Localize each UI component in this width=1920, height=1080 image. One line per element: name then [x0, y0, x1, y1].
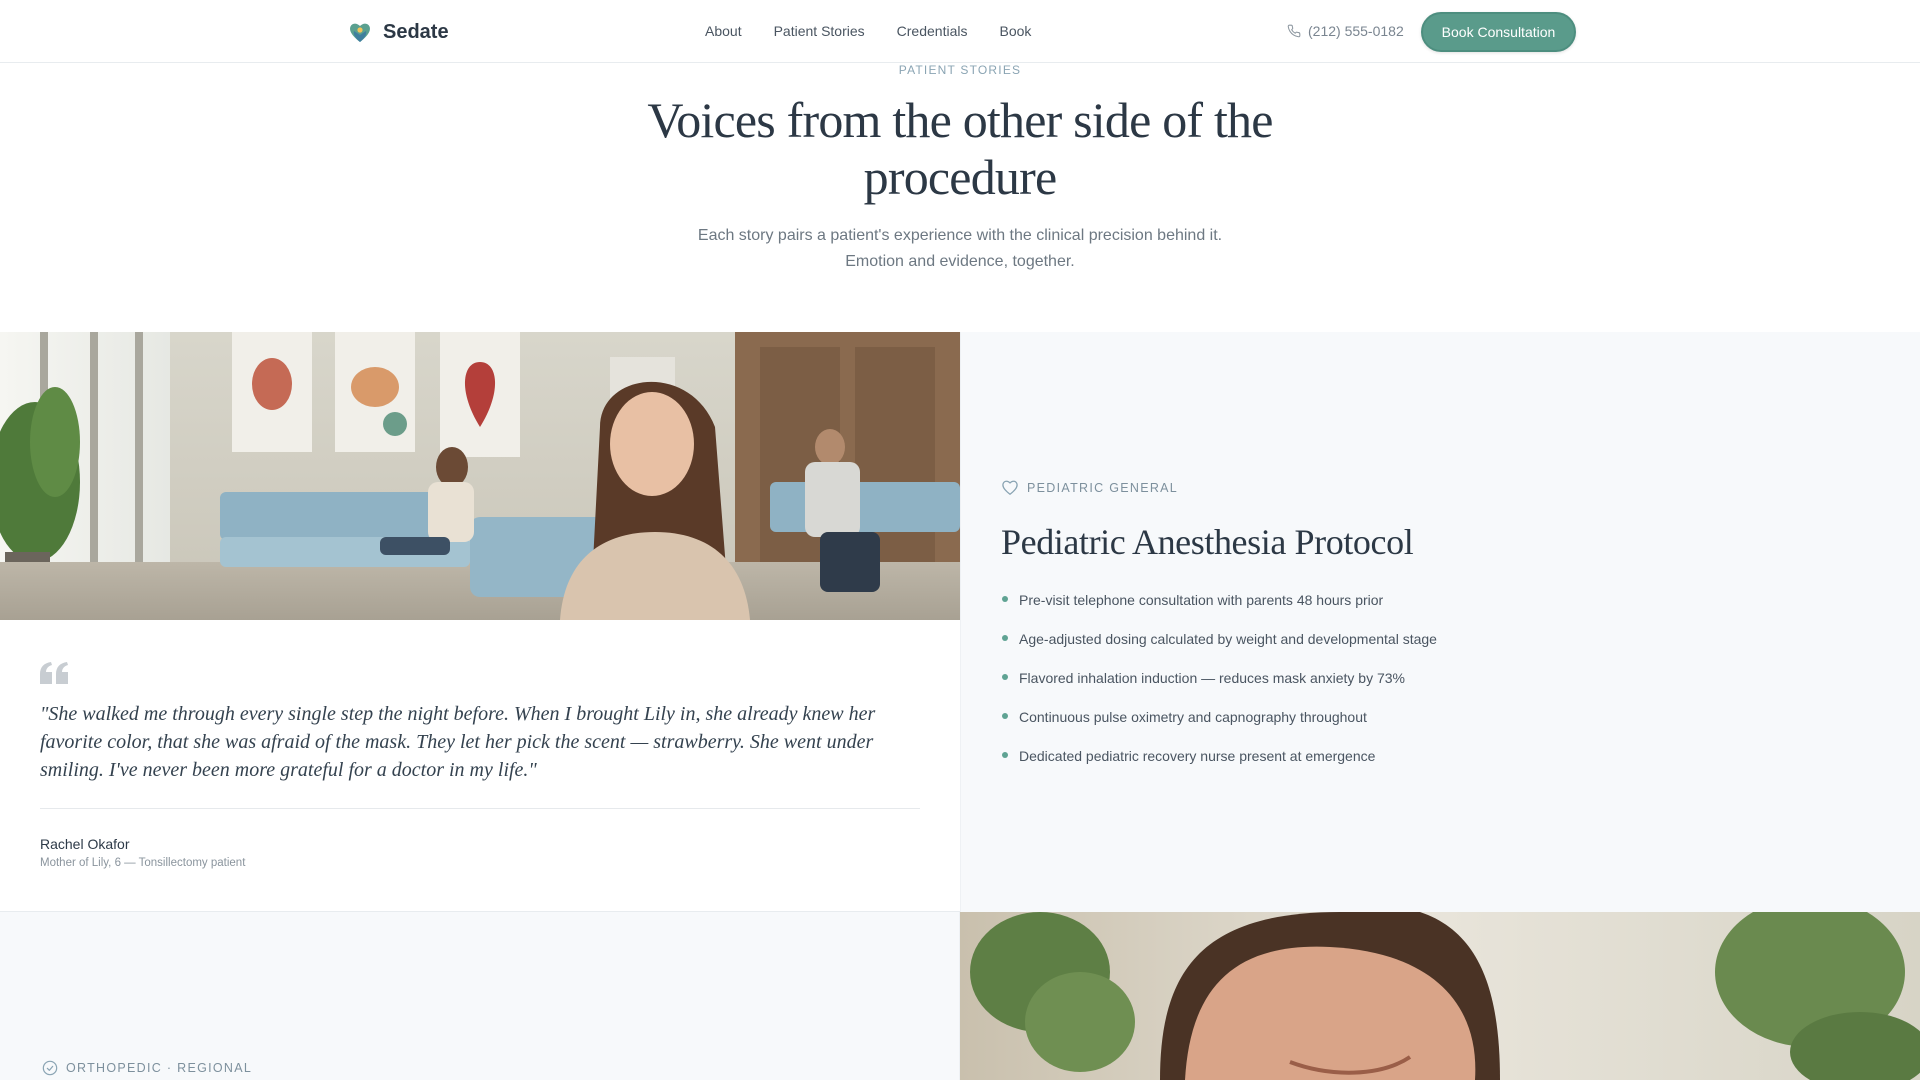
- story2-category-tag-label: ORTHOPEDIC · REGIONAL: [66, 1061, 253, 1075]
- patient-portrait-illustration: [960, 912, 1920, 1080]
- nav-patient-stories[interactable]: Patient Stories: [774, 23, 865, 39]
- story2-category-tag: ORTHOPEDIC · REGIONAL: [42, 1060, 252, 1076]
- protocol-item: Continuous pulse oximetry and capnograph…: [1001, 707, 1437, 746]
- protocol-item: Pre-visit telephone consultation with pa…: [1001, 590, 1437, 629]
- protocol-item: Dedicated pediatric recovery nurse prese…: [1001, 746, 1437, 785]
- section-eyebrow: PATIENT STORIES: [898, 63, 1022, 77]
- quote-icon: [40, 662, 68, 684]
- testimonial-author: Rachel Okafor: [40, 836, 130, 852]
- story-photo-waiting-room: [0, 332, 960, 620]
- page-subtitle: Each story pairs a patient's experience …: [697, 227, 1223, 270]
- page-title: Voices from the other side of the proced…: [647, 92, 1273, 205]
- waiting-room-illustration: [0, 332, 960, 620]
- heart-outline-icon: [1002, 480, 1018, 495]
- main-nav: About Patient Stories Credentials Book: [705, 23, 1063, 39]
- nav-book[interactable]: Book: [999, 23, 1031, 39]
- protocol-title: Pediatric Anesthesia Protocol: [1001, 522, 1414, 562]
- protocol-list: Pre-visit telephone consultation with pa…: [1001, 590, 1437, 785]
- category-tag: PEDIATRIC GENERAL: [1001, 479, 1178, 496]
- book-consultation-button[interactable]: Book Consultation: [1421, 12, 1576, 52]
- brand-name: Sedate: [383, 20, 449, 43]
- phone-link[interactable]: (212) 555-0182: [1287, 23, 1404, 39]
- testimonial-author-role: Mother of Lily, 6 — Tonsillectomy patien…: [40, 857, 246, 869]
- category-tag-label: PEDIATRIC GENERAL: [1027, 480, 1179, 495]
- nav-about[interactable]: About: [705, 23, 742, 39]
- site-header: Sedate About Patient Stories Credentials…: [0, 0, 1920, 63]
- testimonial-divider: [40, 808, 920, 809]
- phone-number: (212) 555-0182: [1308, 23, 1404, 39]
- protocol-item: Age-adjusted dosing calculated by weight…: [1001, 629, 1437, 668]
- protocol-item: Flavored inhalation induction — reduces …: [1001, 668, 1437, 707]
- story2-photo-patient: [960, 912, 1920, 1080]
- testimonial-quote: "She walked me through every single step…: [40, 703, 876, 781]
- phone-icon: [1287, 24, 1301, 38]
- nav-credentials[interactable]: Credentials: [897, 23, 968, 39]
- check-circle-icon: [42, 1060, 58, 1076]
- brand-logo[interactable]: Sedate: [347, 19, 449, 45]
- story2-detail-panel: [0, 912, 960, 1080]
- heart-logo-icon: [350, 23, 370, 42]
